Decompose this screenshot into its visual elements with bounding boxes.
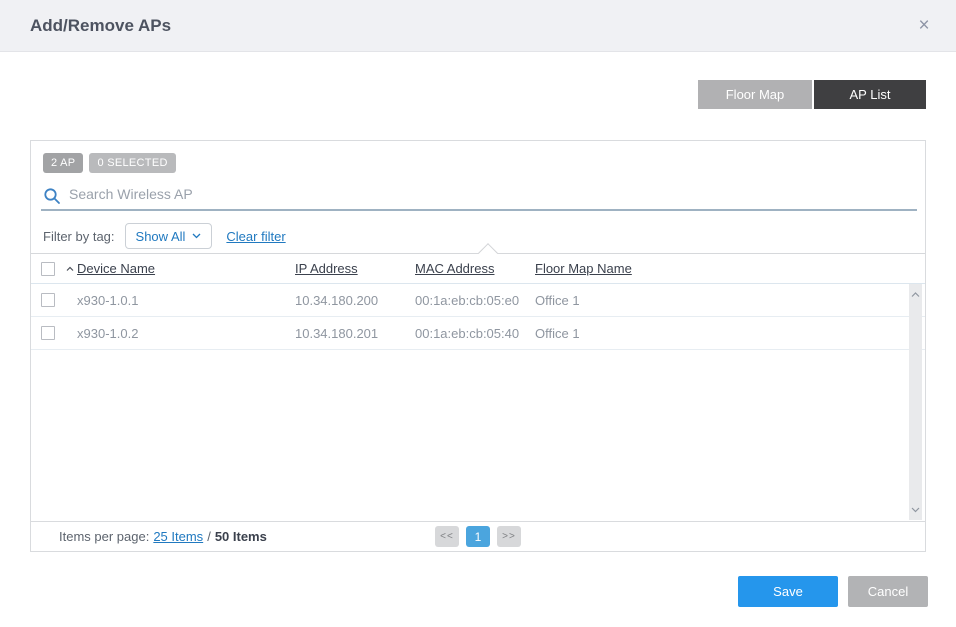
table-header-row: Device Name IP Address MAC Address Floor… xyxy=(31,253,925,284)
ap-count-badge: 2 AP xyxy=(43,153,83,173)
save-button[interactable]: Save xyxy=(738,576,838,607)
table-body: x930-1.0.1 10.34.180.200 00:1a:eb:cb:05:… xyxy=(31,284,925,350)
ap-list-panel: 2 AP 0 SELECTED Filter by tag: Show All … xyxy=(30,140,926,552)
column-header-floor-map-name[interactable]: Floor Map Name xyxy=(535,261,915,276)
pagination: << 1 >> xyxy=(31,526,925,547)
tag-filter-value: Show All xyxy=(136,229,186,244)
search-bar xyxy=(41,183,917,211)
cell-floor-map-name: Office 1 xyxy=(535,293,915,308)
selected-count-badge: 0 SELECTED xyxy=(89,153,175,173)
clear-filter-link[interactable]: Clear filter xyxy=(226,229,285,244)
close-icon[interactable]: × xyxy=(912,14,936,38)
pagination-page-1-button[interactable]: 1 xyxy=(466,526,490,547)
caret-up-notch xyxy=(478,243,498,263)
row-checkbox[interactable] xyxy=(41,326,55,340)
cell-mac-address: 00:1a:eb:cb:05:e0 xyxy=(415,293,535,308)
filter-row: Filter by tag: Show All Clear filter xyxy=(43,223,286,249)
cell-ip-address: 10.34.180.201 xyxy=(295,326,415,341)
column-header-ip-address[interactable]: IP Address xyxy=(295,261,415,276)
dialog-header: Add/Remove APs × xyxy=(0,0,956,52)
pagination-prev-button[interactable]: << xyxy=(435,526,459,547)
table-row[interactable]: x930-1.0.1 10.34.180.200 00:1a:eb:cb:05:… xyxy=(31,284,925,317)
tab-ap-list[interactable]: AP List xyxy=(814,80,926,109)
column-header-device-name[interactable]: Device Name xyxy=(77,261,295,276)
table-footer: Items per page: 25 Items / 50 Items << 1… xyxy=(31,521,925,551)
column-header-mac-address[interactable]: MAC Address xyxy=(415,261,535,276)
cell-ip-address: 10.34.180.200 xyxy=(295,293,415,308)
pagination-next-button[interactable]: >> xyxy=(497,526,521,547)
search-input[interactable] xyxy=(61,186,917,206)
cell-floor-map-name: Office 1 xyxy=(535,326,915,341)
table-row[interactable]: x930-1.0.2 10.34.180.201 00:1a:eb:cb:05:… xyxy=(31,317,925,350)
cell-device-name: x930-1.0.2 xyxy=(77,326,295,341)
scroll-up-icon[interactable] xyxy=(909,288,922,301)
cell-device-name: x930-1.0.1 xyxy=(77,293,295,308)
search-icon xyxy=(43,187,61,205)
vertical-scrollbar[interactable] xyxy=(909,284,922,520)
select-all-checkbox[interactable] xyxy=(41,262,55,276)
row-checkbox[interactable] xyxy=(41,293,55,307)
cell-mac-address: 00:1a:eb:cb:05:40 xyxy=(415,326,535,341)
chevron-down-icon xyxy=(192,233,201,239)
filter-label: Filter by tag: xyxy=(43,229,115,244)
cancel-button[interactable]: Cancel xyxy=(848,576,928,607)
scroll-down-icon[interactable] xyxy=(909,503,922,516)
add-remove-aps-dialog: Add/Remove APs × Floor Map AP List 2 AP … xyxy=(0,0,956,627)
tab-floor-map[interactable]: Floor Map xyxy=(698,80,812,109)
badges: 2 AP 0 SELECTED xyxy=(43,153,176,173)
tag-filter-dropdown[interactable]: Show All xyxy=(125,223,213,249)
page-title: Add/Remove APs xyxy=(30,0,171,52)
sort-ascending-icon xyxy=(65,264,75,274)
